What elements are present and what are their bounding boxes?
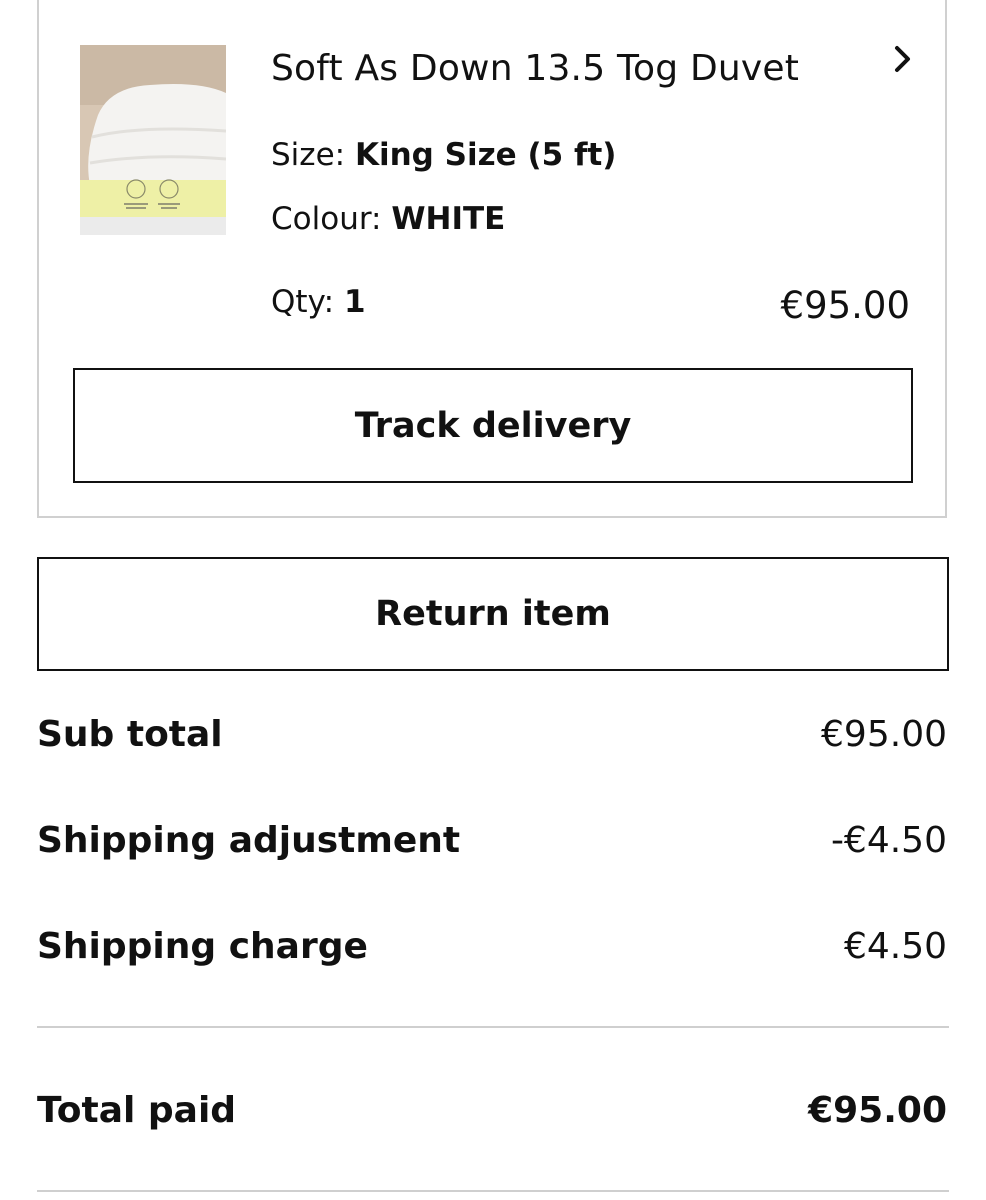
size-value: King Size (5 ft)	[354, 137, 617, 173]
product-thumbnail[interactable]	[80, 45, 226, 235]
qty-value: 1	[343, 284, 366, 320]
summary-row-subtotal: Sub total €95.00	[37, 708, 947, 760]
bottom-divider	[37, 1190, 949, 1192]
duvet-image	[80, 45, 226, 235]
colour-value: WHITE	[391, 201, 506, 237]
summary-label: Sub total	[37, 713, 223, 755]
summary-label: Shipping adjustment	[37, 819, 461, 861]
summary-row-shipping-charge: Shipping charge €4.50	[37, 920, 947, 972]
product-colour: Colour: WHITE	[271, 201, 505, 237]
colour-label: Colour:	[271, 201, 392, 237]
chevron-right-icon[interactable]	[888, 42, 918, 76]
product-price: €95.00	[780, 284, 910, 327]
summary-divider	[37, 1026, 949, 1028]
track-delivery-button[interactable]: Track delivery	[73, 368, 913, 483]
return-item-button[interactable]: Return item	[37, 557, 949, 671]
product-size: Size: King Size (5 ft)	[271, 137, 616, 173]
qty-label: Qty:	[271, 284, 344, 320]
total-label: Total paid	[37, 1089, 237, 1131]
summary-row-shipping-adjustment: Shipping adjustment -€4.50	[37, 814, 947, 866]
summary-value: €4.50	[843, 925, 947, 967]
summary-row-total: Total paid €95.00	[37, 1084, 947, 1136]
product-title[interactable]: Soft As Down 13.5 Tog Duvet	[271, 48, 799, 89]
summary-label: Shipping charge	[37, 925, 368, 967]
order-detail-page: Soft As Down 13.5 Tog Duvet Size: King S…	[0, 0, 986, 1200]
size-label: Size:	[271, 137, 355, 173]
summary-value: €95.00	[821, 713, 947, 755]
product-quantity: Qty: 1	[271, 284, 366, 320]
total-value: €95.00	[808, 1089, 947, 1131]
summary-value: -€4.50	[830, 819, 947, 861]
